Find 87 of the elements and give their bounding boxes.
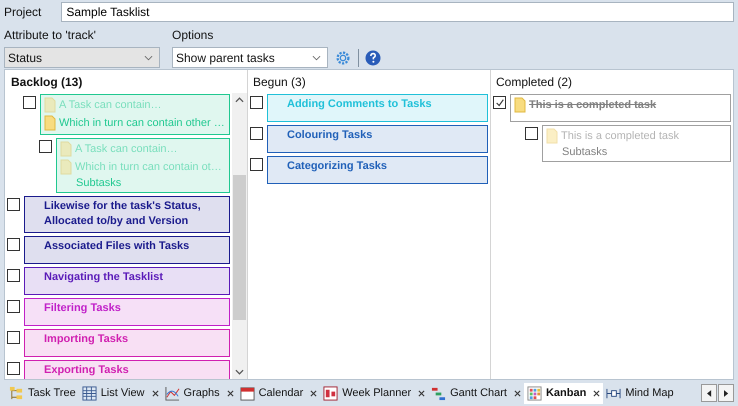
chart-icon — [164, 386, 180, 401]
task-checkbox[interactable] — [23, 96, 36, 110]
task-icon — [514, 97, 526, 114]
calendar-icon — [240, 386, 255, 401]
gantt-icon — [431, 386, 446, 401]
task-text: This is a completed task — [561, 130, 679, 142]
task-text: A Task can contain… — [75, 143, 178, 156]
task-checkbox[interactable] — [7, 300, 20, 314]
attribute-label: Attribute to 'track' — [4, 28, 97, 42]
task-checkbox[interactable] — [250, 158, 263, 172]
scroll-right-button[interactable] — [718, 384, 734, 402]
task-card[interactable]: Likewise for the task's Status, Allocated to/by and Version — [24, 196, 230, 234]
task-checkbox[interactable] — [7, 198, 20, 212]
task-text: Navigating the Tasklist — [44, 270, 163, 286]
column-header[interactable]: Completed (2) — [491, 70, 733, 94]
task-checkbox[interactable] — [525, 127, 538, 140]
close-icon[interactable] — [514, 390, 521, 397]
close-icon[interactable] — [310, 390, 318, 397]
task-text: Categorizing Tasks — [287, 159, 388, 174]
task-checkbox[interactable] — [250, 96, 263, 110]
task-checkbox[interactable] — [7, 269, 20, 282]
help-icon[interactable] — [365, 50, 381, 66]
task-card[interactable]: Exporting Tasks — [24, 360, 230, 380]
task-text: Exporting Tasks — [44, 363, 129, 378]
project-field[interactable]: Sample Tasklist — [61, 2, 734, 22]
task-icon — [60, 159, 72, 176]
task-text: Which in turn can contain other … — [59, 117, 225, 130]
scroll-up-icon[interactable] — [235, 97, 244, 104]
task-card[interactable]: Navigating the Tasklist — [24, 267, 230, 296]
task-checkbox[interactable] — [7, 362, 20, 376]
settings-icon[interactable] — [334, 48, 352, 66]
task-icon — [60, 141, 72, 158]
task-checkbox[interactable] — [7, 238, 20, 252]
view-tab[interactable]: Gantt Chart — [428, 382, 524, 404]
task-icon — [546, 128, 558, 144]
task-card[interactable]: This is a completed task — [510, 94, 731, 122]
table-icon — [82, 386, 97, 401]
column-header[interactable]: Begun (3) — [248, 70, 490, 94]
close-icon[interactable] — [226, 390, 234, 397]
view-tab[interactable]: Kanban — [524, 382, 604, 404]
task-text: This is a completed task — [529, 98, 656, 113]
view-tab[interactable]: Task Tree — [6, 382, 79, 404]
task-card[interactable]: Categorizing Tasks — [267, 156, 488, 184]
planner-icon — [323, 386, 338, 401]
attribute-dropdown[interactable]: Status — [4, 47, 160, 68]
task-text: A Task can contain… — [59, 99, 162, 112]
caret-icon — [144, 54, 153, 60]
task-card[interactable]: Importing Tasks — [24, 329, 230, 358]
task-card[interactable]: Associated Files with Tasks — [24, 236, 230, 264]
view-tab[interactable]: Mind Map — [603, 382, 677, 404]
task-text: Importing Tasks — [44, 332, 128, 348]
task-text: Colouring Tasks — [287, 128, 372, 144]
close-icon[interactable] — [593, 390, 600, 397]
task-card[interactable]: This is a completed task Subtasks — [542, 125, 731, 162]
view-tab[interactable]: Week Planner — [320, 382, 428, 404]
column-header[interactable]: Backlog (13) — [5, 70, 247, 94]
task-text: Which in turn can contain ot… — [75, 161, 222, 174]
task-checkbox[interactable] — [39, 140, 52, 154]
view-tab[interactable]: Graphs — [162, 382, 237, 404]
task-checkbox[interactable] — [250, 127, 263, 140]
options-dropdown[interactable]: Show parent tasks — [172, 47, 328, 68]
task-text: Subtasks — [76, 177, 122, 190]
right-arrow-icon — [724, 390, 728, 397]
task-icon — [44, 115, 56, 132]
task-checkbox[interactable] — [7, 331, 20, 344]
view-tab[interactable]: Calendar — [236, 382, 320, 404]
task-text: Filtering Tasks — [44, 301, 121, 316]
task-text: Subtasks — [562, 146, 608, 158]
view-tab[interactable]: List View — [78, 382, 162, 404]
close-icon[interactable] — [152, 390, 159, 397]
scroll-left-button[interactable] — [701, 384, 717, 402]
task-text: Adding Comments to Tasks — [287, 97, 432, 112]
project-label: Project — [4, 5, 42, 19]
task-card[interactable]: Colouring Tasks — [267, 125, 488, 154]
task-card[interactable]: Filtering Tasks — [24, 298, 230, 326]
options-label: Options — [172, 28, 214, 42]
scroll-down-icon[interactable] — [235, 369, 244, 376]
close-icon[interactable] — [418, 390, 426, 397]
tree-icon — [9, 386, 24, 401]
task-text: Likewise for the task's Status, Allocated to/by and Version — [44, 199, 202, 230]
left-arrow-icon — [706, 390, 712, 397]
scrollbar[interactable] — [232, 93, 247, 380]
task-text: Associated Files with Tasks — [44, 239, 190, 254]
task-icon — [44, 97, 56, 114]
grid-icon — [526, 386, 542, 401]
caret-icon — [312, 54, 321, 60]
task-checkbox[interactable] — [493, 96, 506, 110]
